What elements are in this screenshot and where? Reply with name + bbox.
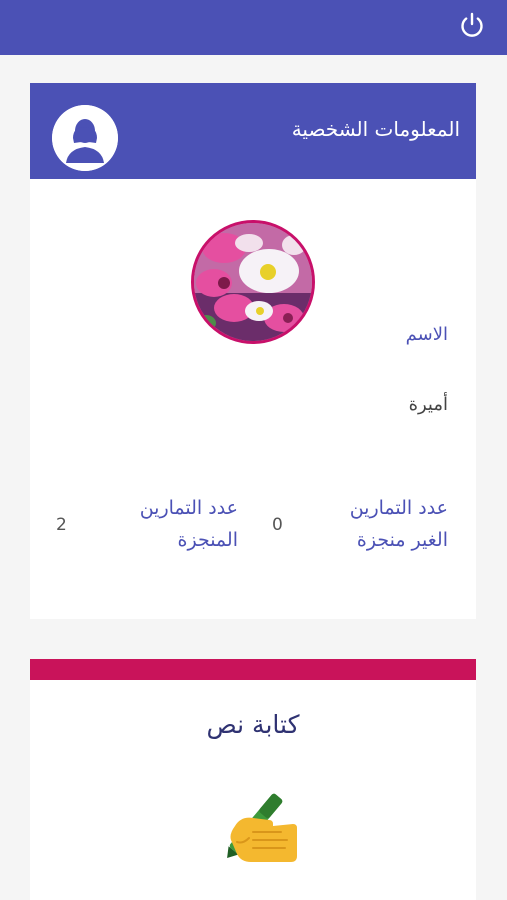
power-icon[interactable]	[457, 10, 487, 40]
personal-info-header: المعلومات الشخصية	[30, 83, 476, 179]
incomplete-exercises-label: عدد التمارين الغير منجزة	[350, 492, 448, 556]
incomplete-exercises-label-line2: الغير منجزة	[356, 529, 448, 551]
personal-info-title: المعلومات الشخصية	[291, 117, 460, 141]
user-avatar-icon	[52, 105, 118, 171]
complete-exercises-label-line1: عدد التمارين	[139, 497, 238, 519]
complete-exercises-label: عدد التمارين المنجزة	[140, 492, 238, 556]
text-writing-accent-bar	[30, 659, 476, 680]
top-bar	[0, 0, 507, 55]
incomplete-exercises-label-line1: عدد التمارين	[349, 497, 448, 519]
name-label: الاسم	[405, 324, 448, 345]
incomplete-exercises-count: 0	[272, 515, 283, 535]
complete-exercises-label-line2: المنجزة	[177, 529, 239, 551]
name-value: أميرة	[408, 394, 448, 415]
complete-exercises-count: 2	[56, 515, 67, 535]
personal-info-card: المعلومات الشخصية الاسم أميرة عدد التمار…	[30, 83, 476, 619]
profile-photo	[191, 220, 315, 344]
writing-hand-icon[interactable]	[207, 782, 303, 866]
text-writing-card[interactable]: كتابة نص	[30, 659, 476, 900]
text-writing-title[interactable]: كتابة نص	[30, 710, 476, 739]
